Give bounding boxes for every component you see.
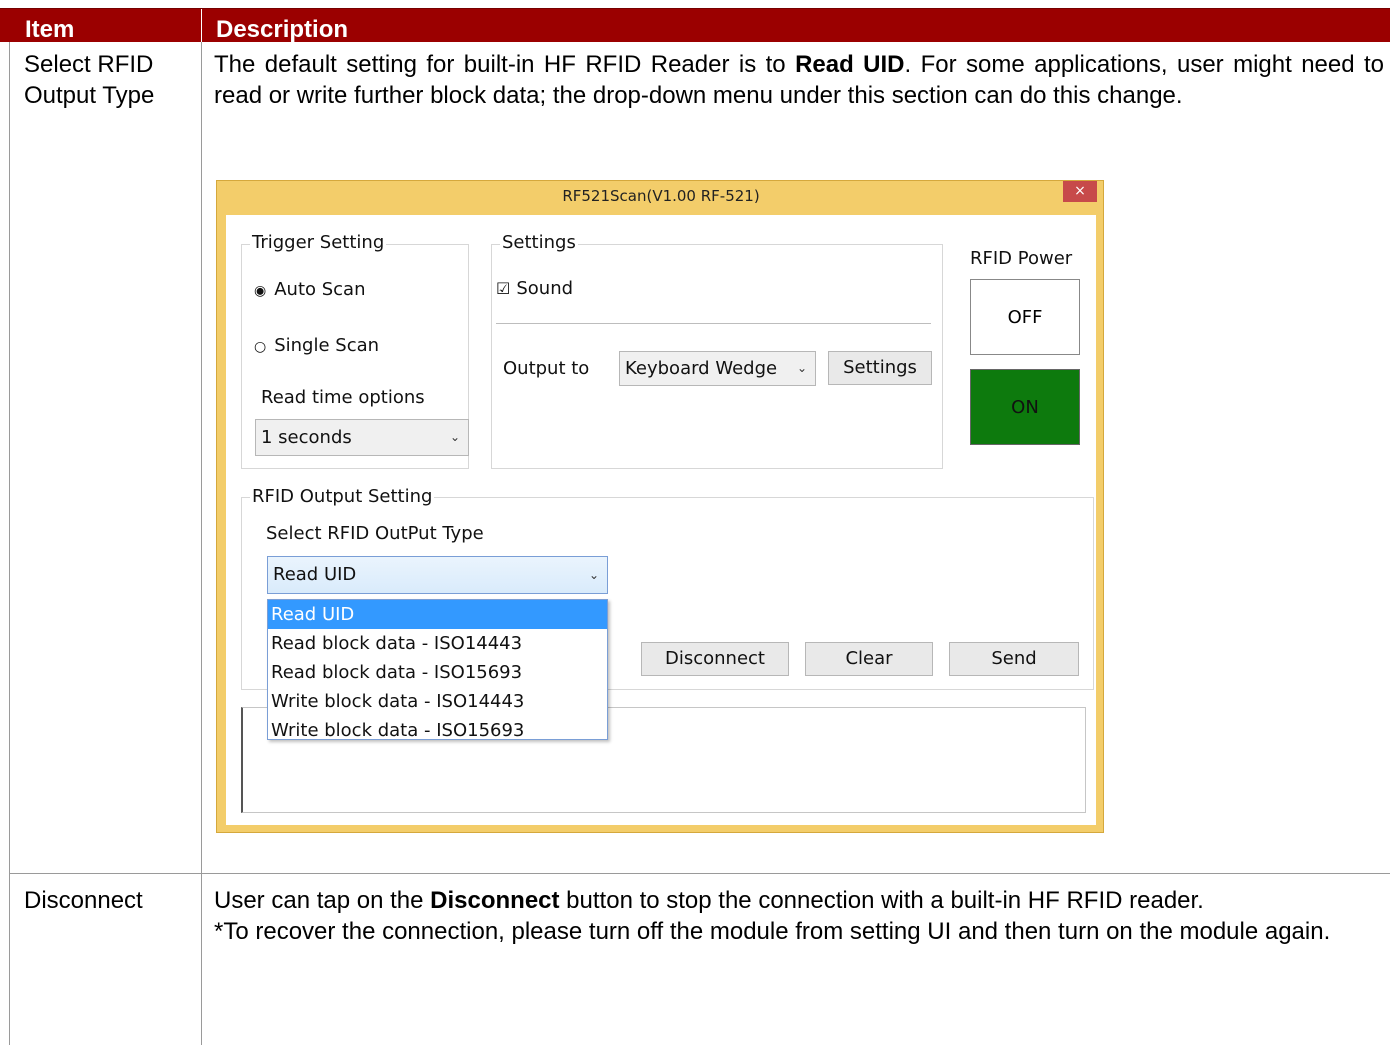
row1-item: Select RFID Output Type [24, 51, 155, 109]
row1-desc-bold: Read UID [795, 51, 905, 78]
settings-separator [496, 323, 931, 324]
radio-selected-icon: ◉ [254, 283, 267, 299]
auto-scan-label: Auto Scan [274, 279, 366, 300]
read-time-label: Read time options [261, 387, 425, 408]
radio-unselected-icon: ○ [254, 339, 267, 355]
output-to-value: Keyboard Wedge [625, 358, 778, 379]
send-button[interactable]: Send [949, 642, 1079, 676]
output-type-dropdown-list[interactable]: Read UID Read block data - ISO14443 Read… [267, 599, 608, 741]
sound-label: Sound [516, 278, 574, 299]
row2-desc-paragraph: User can tap on the Disconnect button to… [214, 885, 1384, 916]
output-to-select[interactable]: Keyboard Wedge ⌄ [619, 351, 816, 386]
single-scan-radio[interactable]: ○ Single Scan [254, 335, 379, 356]
output-to-label: Output to [503, 358, 590, 379]
chevron-down-icon: ⌄ [796, 361, 807, 375]
close-icon[interactable]: × [1063, 181, 1097, 202]
header-divider [201, 9, 202, 43]
settings-group-label: Settings [500, 232, 578, 253]
chevron-down-icon: ⌄ [588, 568, 599, 582]
disconnect-button[interactable]: Disconnect [641, 642, 789, 676]
dropdown-option[interactable]: Read block data - ISO14443 [268, 629, 607, 658]
dropdown-option[interactable]: Read block data - ISO15693 [268, 658, 607, 687]
row2-desc-note: *To recover the connection, please turn … [214, 918, 1331, 945]
clear-button[interactable]: Clear [805, 642, 933, 676]
dropdown-option[interactable]: Write block data - ISO14443 [268, 687, 607, 716]
row2-description: User can tap on the Disconnect button to… [214, 885, 1384, 947]
rfid-output-label: RFID Output Setting [250, 486, 435, 507]
row1-description: The default setting for built-in HF RFID… [214, 49, 1384, 111]
window-title: RF521Scan(V1.00 RF-521) [562, 187, 760, 205]
row2-item: Disconnect [24, 887, 143, 914]
trigger-setting-label: Trigger Setting [250, 232, 387, 253]
read-time-value: 1 seconds [261, 427, 352, 448]
checkbox-checked-icon: ☑ [496, 279, 511, 298]
output-type-select[interactable]: Read UID ⌄ [267, 556, 608, 594]
settings-button[interactable]: Settings [828, 351, 932, 385]
output-type-value: Read UID [273, 564, 357, 585]
select-output-type-label: Select RFID OutPut Type [266, 523, 484, 544]
rfid-power-off-button[interactable]: OFF [970, 279, 1080, 355]
row1-desc-text-a: The default setting for built-in HF RFID… [214, 51, 796, 78]
table-column-divider [201, 42, 202, 1045]
table-row-divider [9, 873, 1390, 874]
row2-desc-text-b: button to stop the connection with a bui… [559, 887, 1204, 914]
row2-desc-text-a: User can tap on the [214, 887, 431, 914]
table-border-left [9, 42, 10, 1045]
auto-scan-radio[interactable]: ◉ Auto Scan [254, 279, 366, 300]
read-time-select[interactable]: 1 seconds ⌄ [255, 419, 469, 456]
row2-desc-bold: Disconnect [430, 887, 560, 914]
rfid-power-on-button[interactable]: ON [970, 369, 1080, 445]
rfid-power-label: RFID Power [970, 248, 1073, 269]
single-scan-label: Single Scan [274, 335, 380, 356]
sound-checkbox[interactable]: ☑ Sound [496, 278, 573, 299]
table-header: Item Description [0, 8, 1390, 43]
dropdown-option[interactable]: Write block data - ISO15693 [268, 716, 607, 745]
chevron-down-icon: ⌄ [449, 430, 460, 444]
window-client-area: Trigger Setting ◉ Auto Scan ○ Single Scan … [226, 215, 1096, 825]
dropdown-option[interactable]: Read UID [268, 600, 607, 629]
app-window: RF521Scan(V1.00 RF-521) × Trigger Settin… [216, 180, 1104, 833]
header-item: Item [25, 16, 75, 43]
header-description: Description [216, 16, 349, 43]
